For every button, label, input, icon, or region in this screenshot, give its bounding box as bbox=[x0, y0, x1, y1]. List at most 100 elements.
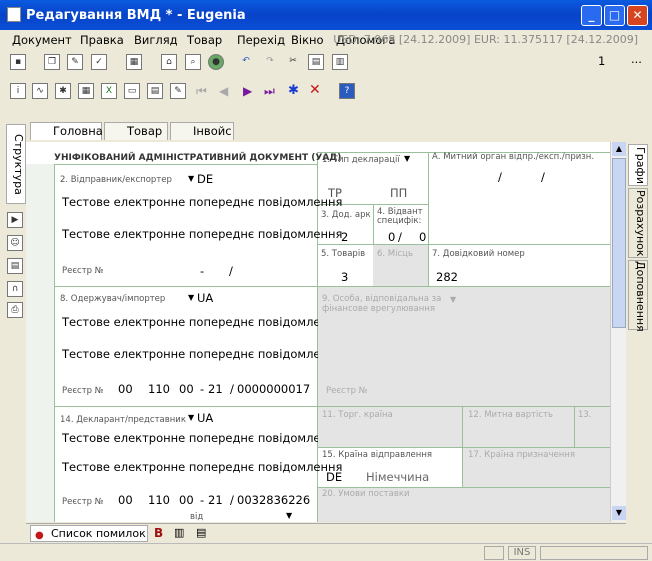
box8-text-2[interactable]: Тестове електронне попереднє повідомленн… bbox=[62, 347, 342, 361]
paste-icon[interactable]: ▤ bbox=[308, 54, 324, 70]
box2-country[interactable]: DE bbox=[197, 172, 213, 186]
box7-value[interactable]: 282 bbox=[436, 270, 458, 284]
barcode-icon[interactable]: ▥ bbox=[174, 526, 184, 539]
magnet-icon[interactable]: ∩ bbox=[7, 281, 23, 297]
toolbar-navigation: i ∿ ✱ ▦ X ▭ ▤ ✎ ⏮ ◀ ▶ ⏭ ✱ ✕ ? bbox=[0, 78, 652, 104]
menu-view[interactable]: Вигляд bbox=[134, 33, 178, 47]
folder-icon[interactable]: ⌂ bbox=[161, 54, 177, 70]
tab-additions[interactable]: Доповнення bbox=[628, 260, 648, 332]
scroll-up-icon[interactable]: ▲ bbox=[612, 142, 626, 156]
window-icon[interactable]: ▭ bbox=[124, 83, 140, 99]
cut-icon[interactable]: ✂ bbox=[285, 54, 301, 70]
form-scrollbar[interactable]: ▲ ▼ bbox=[610, 142, 626, 522]
box8-text-1[interactable]: Тестове електронне попереднє повідомленн… bbox=[62, 315, 342, 329]
menu-window[interactable]: Вікно bbox=[291, 33, 324, 47]
scroll-thumb[interactable] bbox=[612, 158, 626, 328]
minimize-button[interactable]: _ bbox=[581, 5, 602, 26]
box4-value-a[interactable]: 0 bbox=[388, 230, 395, 244]
form-icon[interactable]: ▤ bbox=[7, 258, 23, 274]
box8-reg-3[interactable]: 00 bbox=[179, 382, 194, 396]
box9-dropdown-icon[interactable]: ▼ bbox=[450, 295, 456, 304]
excel-icon[interactable]: X bbox=[101, 83, 117, 99]
globe-icon[interactable]: ● bbox=[208, 54, 224, 70]
search-icon[interactable]: ⌕ bbox=[185, 54, 201, 70]
box14-country-dropdown-icon[interactable]: ▼ bbox=[188, 413, 194, 422]
box8-country[interactable]: UA bbox=[197, 291, 213, 305]
print-list-icon[interactable]: ▤ bbox=[147, 83, 163, 99]
counter-more-button[interactable]: ... bbox=[631, 52, 642, 66]
star-doc-icon[interactable]: ✱ bbox=[55, 83, 71, 99]
undo-icon[interactable]: ↶ bbox=[238, 54, 254, 70]
box14-text-1[interactable]: Тестове електронне попереднє повідомленн… bbox=[62, 431, 342, 445]
title-bar: Редагування ВМД * - Eugenia _ □ ✕ bbox=[0, 0, 652, 30]
tab-calculation[interactable]: Розрахунок bbox=[628, 188, 648, 258]
box14-text-2[interactable]: Тестове електронне попереднє повідомленн… bbox=[62, 460, 342, 474]
menu-document[interactable]: Документ bbox=[12, 33, 72, 47]
check-icon[interactable]: ✓ bbox=[91, 54, 107, 70]
table-icon[interactable]: ▦ bbox=[78, 83, 94, 99]
tab-invoice[interactable]: Інвойс bbox=[170, 122, 234, 140]
printer-icon[interactable]: ⎙ bbox=[7, 302, 23, 318]
box1-type-b[interactable]: ПП bbox=[390, 186, 407, 200]
bold-b-icon[interactable]: B bbox=[154, 526, 163, 540]
status-panel-3 bbox=[540, 546, 648, 560]
paste-special-icon[interactable]: ▥ bbox=[332, 54, 348, 70]
help-icon[interactable]: ? bbox=[339, 83, 355, 99]
box11-label: 11. Торг. країна bbox=[322, 410, 393, 420]
info-icon[interactable]: i bbox=[10, 83, 26, 99]
scroll-down-icon[interactable]: ▼ bbox=[612, 506, 626, 520]
delete-icon[interactable]: ✕ bbox=[309, 82, 321, 98]
box2-text-1[interactable]: Тестове електронне попереднє повідомленн… bbox=[62, 195, 342, 209]
calc-icon[interactable]: ▦ bbox=[126, 54, 142, 70]
tab-goods[interactable]: Товар bbox=[104, 122, 168, 140]
status-ins: INS bbox=[508, 546, 536, 560]
box14-country[interactable]: UA bbox=[197, 411, 213, 425]
close-button[interactable]: ✕ bbox=[627, 5, 648, 26]
box8-country-dropdown-icon[interactable]: ▼ bbox=[188, 293, 194, 302]
next-icon[interactable]: ▶ bbox=[243, 84, 252, 98]
box4-label: 4. Відвант специфік: bbox=[377, 207, 423, 226]
box8-reg-1[interactable]: 00 bbox=[118, 382, 133, 396]
menu-navigate[interactable]: Перехід bbox=[237, 33, 285, 47]
edit-doc-icon[interactable]: ✎ bbox=[67, 54, 83, 70]
prev-icon[interactable]: ◀ bbox=[219, 84, 228, 98]
box14-reg-2[interactable]: 110 bbox=[148, 493, 170, 507]
box4-value-b[interactable]: 0 bbox=[419, 230, 426, 244]
box8-reg-4[interactable]: 21 bbox=[208, 382, 223, 396]
redo-icon[interactable]: ↷ bbox=[262, 54, 278, 70]
first-icon[interactable]: ⏮ bbox=[196, 84, 207, 99]
box15-name[interactable]: Німеччина bbox=[366, 470, 429, 484]
form-left-band bbox=[26, 164, 54, 522]
left-side-strip: Структура ▶ ☺ ▤ ∩ ⎙ bbox=[6, 122, 26, 522]
structure-tab[interactable]: Структура bbox=[6, 124, 26, 204]
box14-reg-5[interactable]: 0032836226 bbox=[237, 493, 310, 507]
users-icon[interactable]: ☺ bbox=[7, 235, 23, 251]
box2-text-2[interactable]: Тестове електронне попереднє повідомленн… bbox=[62, 227, 342, 241]
box2-country-dropdown-icon[interactable]: ▼ bbox=[188, 174, 194, 183]
box5-value[interactable]: 3 bbox=[341, 270, 348, 284]
box14-reg-4[interactable]: 21 bbox=[208, 493, 223, 507]
truck-icon[interactable]: ▶ bbox=[7, 212, 23, 228]
box14-reg-3[interactable]: 00 bbox=[179, 493, 194, 507]
last-icon[interactable]: ⏭ bbox=[264, 84, 275, 99]
box15-code[interactable]: DE bbox=[326, 470, 342, 484]
tab-main[interactable]: Головна bbox=[30, 122, 103, 140]
new-record-icon[interactable]: ✱ bbox=[288, 83, 299, 98]
box14-reg-1[interactable]: 00 bbox=[118, 493, 133, 507]
menu-edit[interactable]: Правка bbox=[80, 33, 124, 47]
document-icon[interactable]: ▤ bbox=[196, 526, 206, 539]
error-list-tab[interactable]: ● Список помилок bbox=[30, 525, 148, 542]
copy-doc-icon[interactable]: ❐ bbox=[44, 54, 60, 70]
chart-icon[interactable]: ∿ bbox=[32, 83, 48, 99]
box8-reg-5[interactable]: 0000000017 bbox=[237, 382, 310, 396]
box1-dropdown-icon[interactable]: ▼ bbox=[404, 154, 410, 163]
box8-reg-2[interactable]: 110 bbox=[148, 382, 170, 396]
tab-graphs[interactable]: Графи bbox=[628, 144, 648, 186]
box14-date-dropdown-icon[interactable]: ▼ bbox=[286, 511, 292, 520]
boxA-slash-2: / bbox=[541, 170, 545, 184]
edit-table-icon[interactable]: ✎ bbox=[170, 83, 186, 99]
menu-goods[interactable]: Товар bbox=[187, 33, 222, 47]
save-icon[interactable]: ▪ bbox=[10, 54, 26, 70]
counter-field[interactable]: 1 bbox=[598, 54, 605, 68]
maximize-button[interactable]: □ bbox=[604, 5, 625, 26]
